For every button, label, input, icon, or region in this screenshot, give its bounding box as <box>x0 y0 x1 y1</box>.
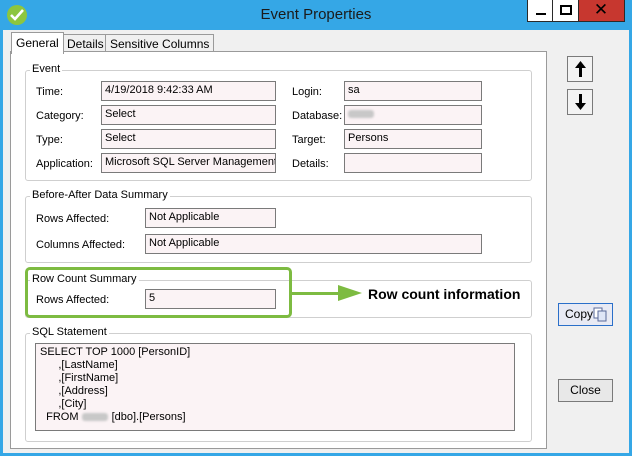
sql-line: ,[Address] <box>40 385 108 397</box>
type-field[interactable]: Select <box>101 129 276 149</box>
sql-statement-legend: SQL Statement <box>30 326 109 338</box>
titlebar: Event Properties ✕ <box>0 0 632 30</box>
sql-line: SELECT TOP 1000 [PersonID] <box>40 346 191 358</box>
sql-from-prefix: FROM <box>40 411 82 423</box>
rows-affected-field[interactable]: Not Applicable <box>145 208 276 228</box>
arrow-up-icon <box>575 61 586 77</box>
redacted-database-name <box>348 110 374 119</box>
dialog-client-area: General Details Sensitive Columns Event … <box>3 30 629 453</box>
maximize-button[interactable] <box>553 0 579 22</box>
previous-event-button[interactable] <box>567 56 593 82</box>
type-label: Type: <box>36 134 63 146</box>
time-label: Time: <box>36 86 64 98</box>
copy-button[interactable]: Copy <box>558 303 613 326</box>
sql-from-suffix: [dbo].[Persons] <box>111 411 186 423</box>
database-label: Database: <box>292 110 343 122</box>
copy-button-label: Copy <box>565 307 594 321</box>
details-field[interactable] <box>344 153 482 173</box>
application-label: Application: <box>36 158 93 170</box>
tab-general[interactable]: General <box>11 32 64 54</box>
details-label: Details: <box>292 158 329 170</box>
close-button[interactable]: Close <box>558 379 613 402</box>
sql-line: ,[FirstName] <box>40 372 119 384</box>
columns-affected-field[interactable]: Not Applicable <box>145 234 482 254</box>
sql-line: ,[City] <box>40 398 87 410</box>
copy-icon <box>593 307 607 322</box>
annotation-arrow-line <box>292 292 340 295</box>
minimize-icon <box>536 13 546 15</box>
columns-affected-label: Columns Affected: <box>36 239 126 251</box>
next-event-button[interactable] <box>567 89 593 115</box>
time-field[interactable]: 4/19/2018 9:42:33 AM <box>101 81 276 101</box>
minimize-button[interactable] <box>527 0 553 22</box>
close-window-button[interactable]: ✕ <box>579 0 625 22</box>
event-group-legend: Event <box>30 63 63 75</box>
sql-from-line: FROM [dbo].[Persons] <box>40 411 510 424</box>
maximize-icon <box>560 5 572 15</box>
rows-affected-label: Rows Affected: <box>36 213 110 225</box>
close-icon: ✕ <box>593 0 609 19</box>
arrow-down-icon <box>575 94 586 110</box>
category-field[interactable]: Select <box>101 105 276 125</box>
window: Event Properties ✕ General Details Sensi… <box>0 0 632 456</box>
row-count-highlight-box <box>25 267 292 318</box>
before-after-legend: Before-After Data Summary <box>30 189 170 201</box>
redacted-database-name <box>81 413 108 422</box>
target-field[interactable]: Persons <box>344 129 482 149</box>
application-field[interactable]: Microsoft SQL Server Management <box>101 153 276 173</box>
login-field[interactable]: sa <box>344 81 482 101</box>
database-field[interactable] <box>344 105 482 125</box>
annotation-text: Row count information <box>368 286 521 302</box>
login-label: Login: <box>292 86 322 98</box>
sql-line: ,[LastName] <box>40 359 118 371</box>
annotation-arrow-icon <box>338 285 362 301</box>
category-label: Category: <box>36 110 84 122</box>
sql-statement-textbox[interactable]: SELECT TOP 1000 [PersonID] ,[LastName] ,… <box>35 343 515 431</box>
target-label: Target: <box>292 134 326 146</box>
